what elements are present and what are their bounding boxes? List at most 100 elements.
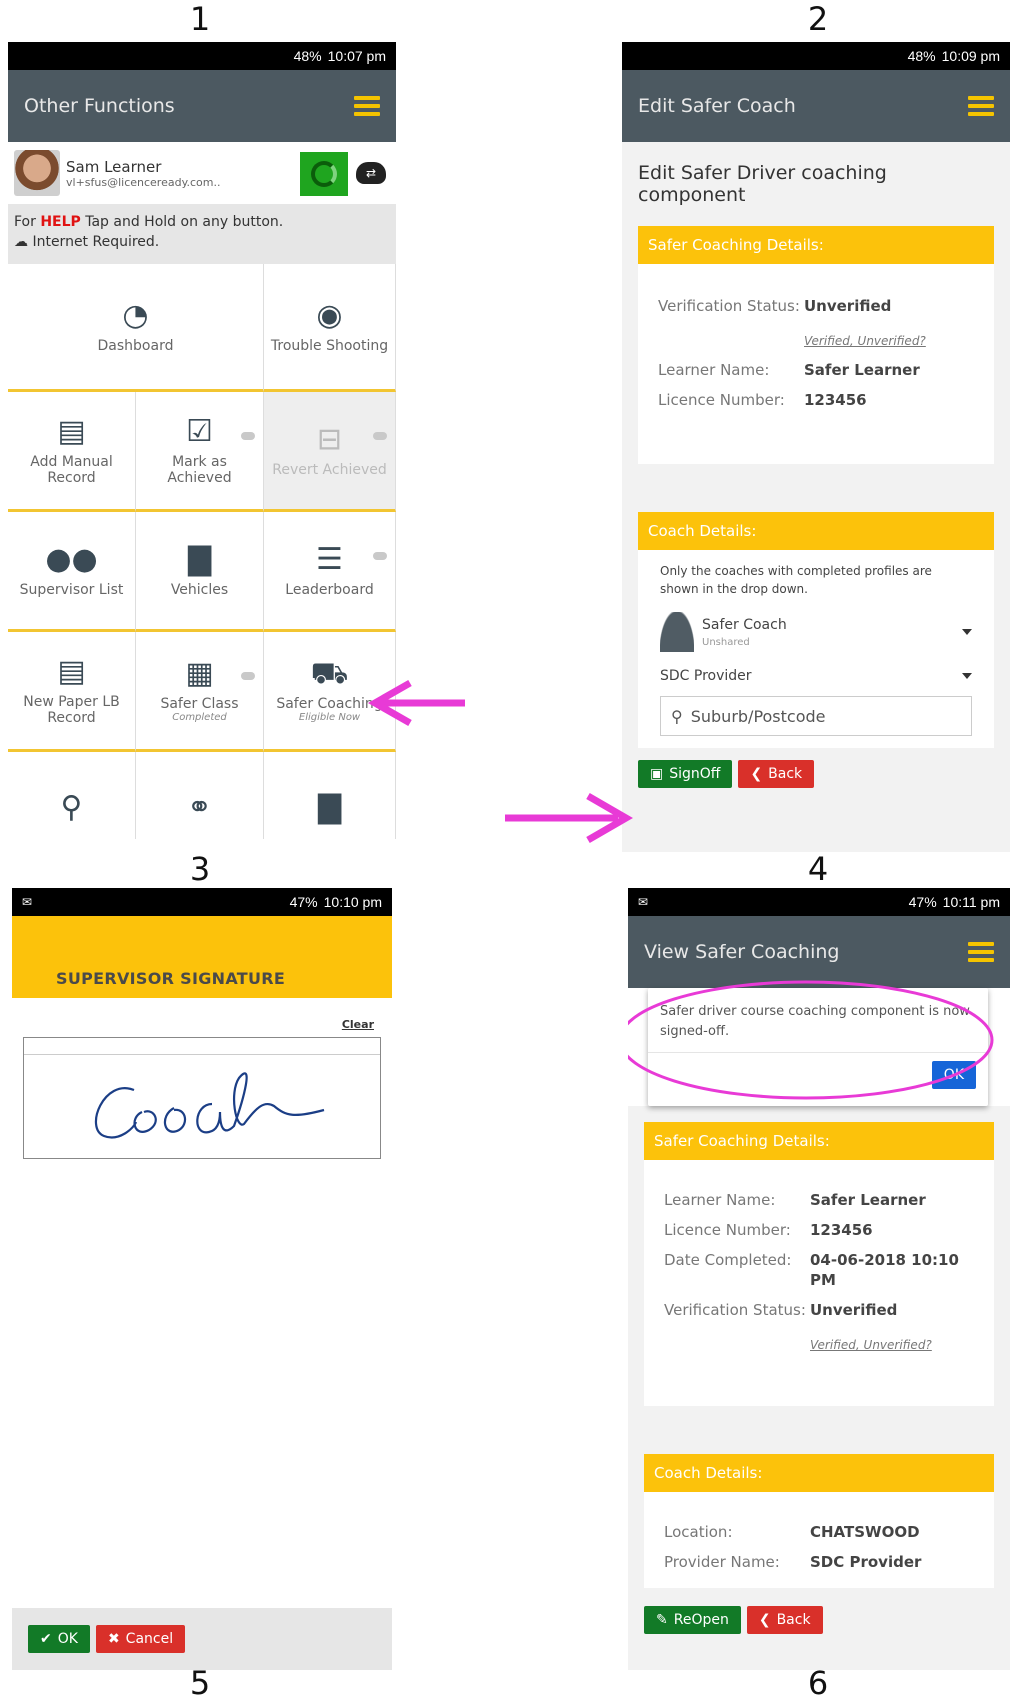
signature-footer: ✔ OK ✖ Cancel xyxy=(12,1608,392,1670)
tile-mark-as-achieved[interactable]: ☑ Mark as Achieved xyxy=(136,392,264,512)
field-label: Date Completed: xyxy=(664,1251,792,1269)
field-label: Learner Name: xyxy=(664,1191,776,1209)
avatar xyxy=(14,150,60,196)
tile-label: Supervisor List xyxy=(19,581,124,598)
notebook-icon: ▤ xyxy=(57,653,86,689)
pointer-arrow xyxy=(367,679,465,727)
tile-more[interactable]: ⚲ xyxy=(8,752,136,839)
reopen-button[interactable]: ✎ ReOpen xyxy=(644,1606,741,1634)
tile-label: Mark as Achieved xyxy=(167,453,232,486)
field-label: Location: xyxy=(664,1523,733,1541)
field-label: Verification Status: xyxy=(658,297,800,315)
sync-button[interactable] xyxy=(300,152,348,196)
details-panel: Verification Status: Unverified Verified,… xyxy=(638,264,994,464)
licence-number: 123456 xyxy=(810,1221,873,1239)
tile-new-paper-lb-record[interactable]: ▤ New Paper LB Record xyxy=(8,632,136,752)
screen-other-functions: 48% 10:07 pm Other Functions Sam Learner… xyxy=(8,42,396,839)
tile-vehicles[interactable]: ▇ Vehicles xyxy=(136,512,264,632)
step-number: 2 xyxy=(807,0,829,38)
users-icon: ●● xyxy=(45,541,98,577)
menu-icon[interactable] xyxy=(968,942,994,962)
user-icon xyxy=(660,612,694,652)
field-label: Licence Number: xyxy=(658,391,785,409)
signoff-button[interactable]: ▣ SignOff xyxy=(638,760,733,788)
tile-revert-achieved: ⊟ Revert Achieved xyxy=(264,392,396,512)
tile-label: Vehicles xyxy=(170,581,229,598)
status-bar: 48% 10:07 pm xyxy=(8,42,396,70)
target-icon: ◉ xyxy=(316,297,343,333)
learner-name: Safer Learner xyxy=(810,1191,926,1209)
verification-status: Unverified xyxy=(804,297,892,315)
document-icon: ▤ xyxy=(57,413,86,449)
car-icon: ▇ xyxy=(187,541,212,577)
edit-icon: ✎ xyxy=(656,1612,668,1628)
licence-number: 123456 xyxy=(804,391,867,409)
help-bar: For HELP Tap and Hold on any button. ☁ I… xyxy=(8,204,396,264)
field-label: Verification Status: xyxy=(664,1301,806,1319)
tile-more[interactable]: ▇ xyxy=(264,752,396,839)
tile-leaderboard[interactable]: ☰ Leaderboard xyxy=(264,512,396,632)
tile-label: Add Manual Record xyxy=(30,453,113,486)
signature-pad[interactable] xyxy=(23,1037,381,1159)
checkbox-icon: ☑ xyxy=(186,413,213,449)
tile-dashboard[interactable]: ◔ Dashboard xyxy=(8,264,264,392)
cloud-icon xyxy=(241,432,255,440)
tile-sublabel: Completed xyxy=(172,712,227,723)
status-bar: ✉ 47% 10:11 pm xyxy=(628,888,1010,916)
car-check-icon: ▇ xyxy=(317,789,342,825)
tile-add-manual-record[interactable]: ▤ Add Manual Record xyxy=(8,392,136,512)
page-title: Edit Safer Coach xyxy=(638,95,796,117)
cloud-icon xyxy=(373,432,387,440)
chevron-down-icon xyxy=(962,629,972,635)
tile-more[interactable]: ⚭ xyxy=(136,752,264,839)
panel-header: Coach Details: xyxy=(638,512,994,550)
panel-header: Safer Coaching Details: xyxy=(644,1122,994,1160)
tile-trouble-shooting[interactable]: ◉ Trouble Shooting xyxy=(264,264,396,392)
status-bar: ✉ 47% 10:10 pm xyxy=(12,888,392,916)
tile-label: Safer Class xyxy=(160,696,239,712)
tile-supervisor-list[interactable]: ●● Supervisor List xyxy=(8,512,136,632)
provider-select[interactable]: SDC Provider xyxy=(660,668,972,684)
signature-header: SUPERVISOR SIGNATURE xyxy=(12,916,392,998)
panel-header: Coach Details: xyxy=(644,1454,994,1492)
help-word: HELP xyxy=(40,214,81,230)
menu-icon[interactable] xyxy=(354,96,380,116)
tile-label: Trouble Shooting xyxy=(270,337,389,354)
signature-drawing xyxy=(94,1072,325,1139)
user-row: Sam Learner vl+sfus@licenceready.com.. ⇄ xyxy=(8,142,396,204)
highlight-ellipse xyxy=(628,980,994,1100)
coach-car-icon: ⛟ xyxy=(310,656,349,691)
app-bar: Other Functions xyxy=(8,70,396,142)
coach-note: Only the coaches with completed profiles… xyxy=(660,564,932,596)
help-suffix: Tap and Hold on any button. xyxy=(80,214,284,230)
learner-name: Safer Learner xyxy=(804,361,920,379)
step-number: 4 xyxy=(807,850,829,888)
cancel-button[interactable]: ✖ Cancel xyxy=(95,1625,186,1653)
verification-help-link[interactable]: Verified, Unverified? xyxy=(804,334,974,348)
verification-help-link[interactable]: Verified, Unverified? xyxy=(810,1338,974,1352)
user-email: vl+sfus@licenceready.com.. xyxy=(66,175,221,189)
coach-panel: Only the coaches with completed profiles… xyxy=(638,550,994,748)
tile-label: Dashboard xyxy=(97,337,174,354)
provider-value: SDC Provider xyxy=(660,668,752,684)
panel-header: Safer Coaching Details: xyxy=(638,226,994,264)
tile-safer-class[interactable]: ▦ Safer Class Completed xyxy=(136,632,264,752)
step-number: 3 xyxy=(189,850,211,888)
page-title: SUPERVISOR SIGNATURE xyxy=(56,969,286,988)
chevron-down-icon xyxy=(962,673,972,679)
coach-select[interactable]: Safer Coach Unshared xyxy=(660,612,972,652)
clear-link[interactable]: Clear xyxy=(12,998,392,1037)
cloud-icon: ☁ xyxy=(14,234,28,250)
search-input[interactable]: ⚲ Suburb/Postcode xyxy=(660,696,972,736)
battery-text: 47% xyxy=(908,894,937,910)
back-button[interactable]: ❮ Back xyxy=(746,1606,823,1634)
back-button[interactable]: ❮ Back xyxy=(738,760,815,788)
cloud-icon xyxy=(241,672,255,680)
cloud-sync-icon[interactable]: ⇄ xyxy=(356,162,386,184)
ok-button[interactable]: ✔ OK xyxy=(28,1625,90,1653)
battery-text: 47% xyxy=(289,894,318,910)
location-value: CHATSWOOD xyxy=(810,1523,920,1541)
button-label: Back xyxy=(768,766,803,782)
dialog-area: Safer driver course coaching component i… xyxy=(628,980,1010,1106)
menu-icon[interactable] xyxy=(968,96,994,116)
